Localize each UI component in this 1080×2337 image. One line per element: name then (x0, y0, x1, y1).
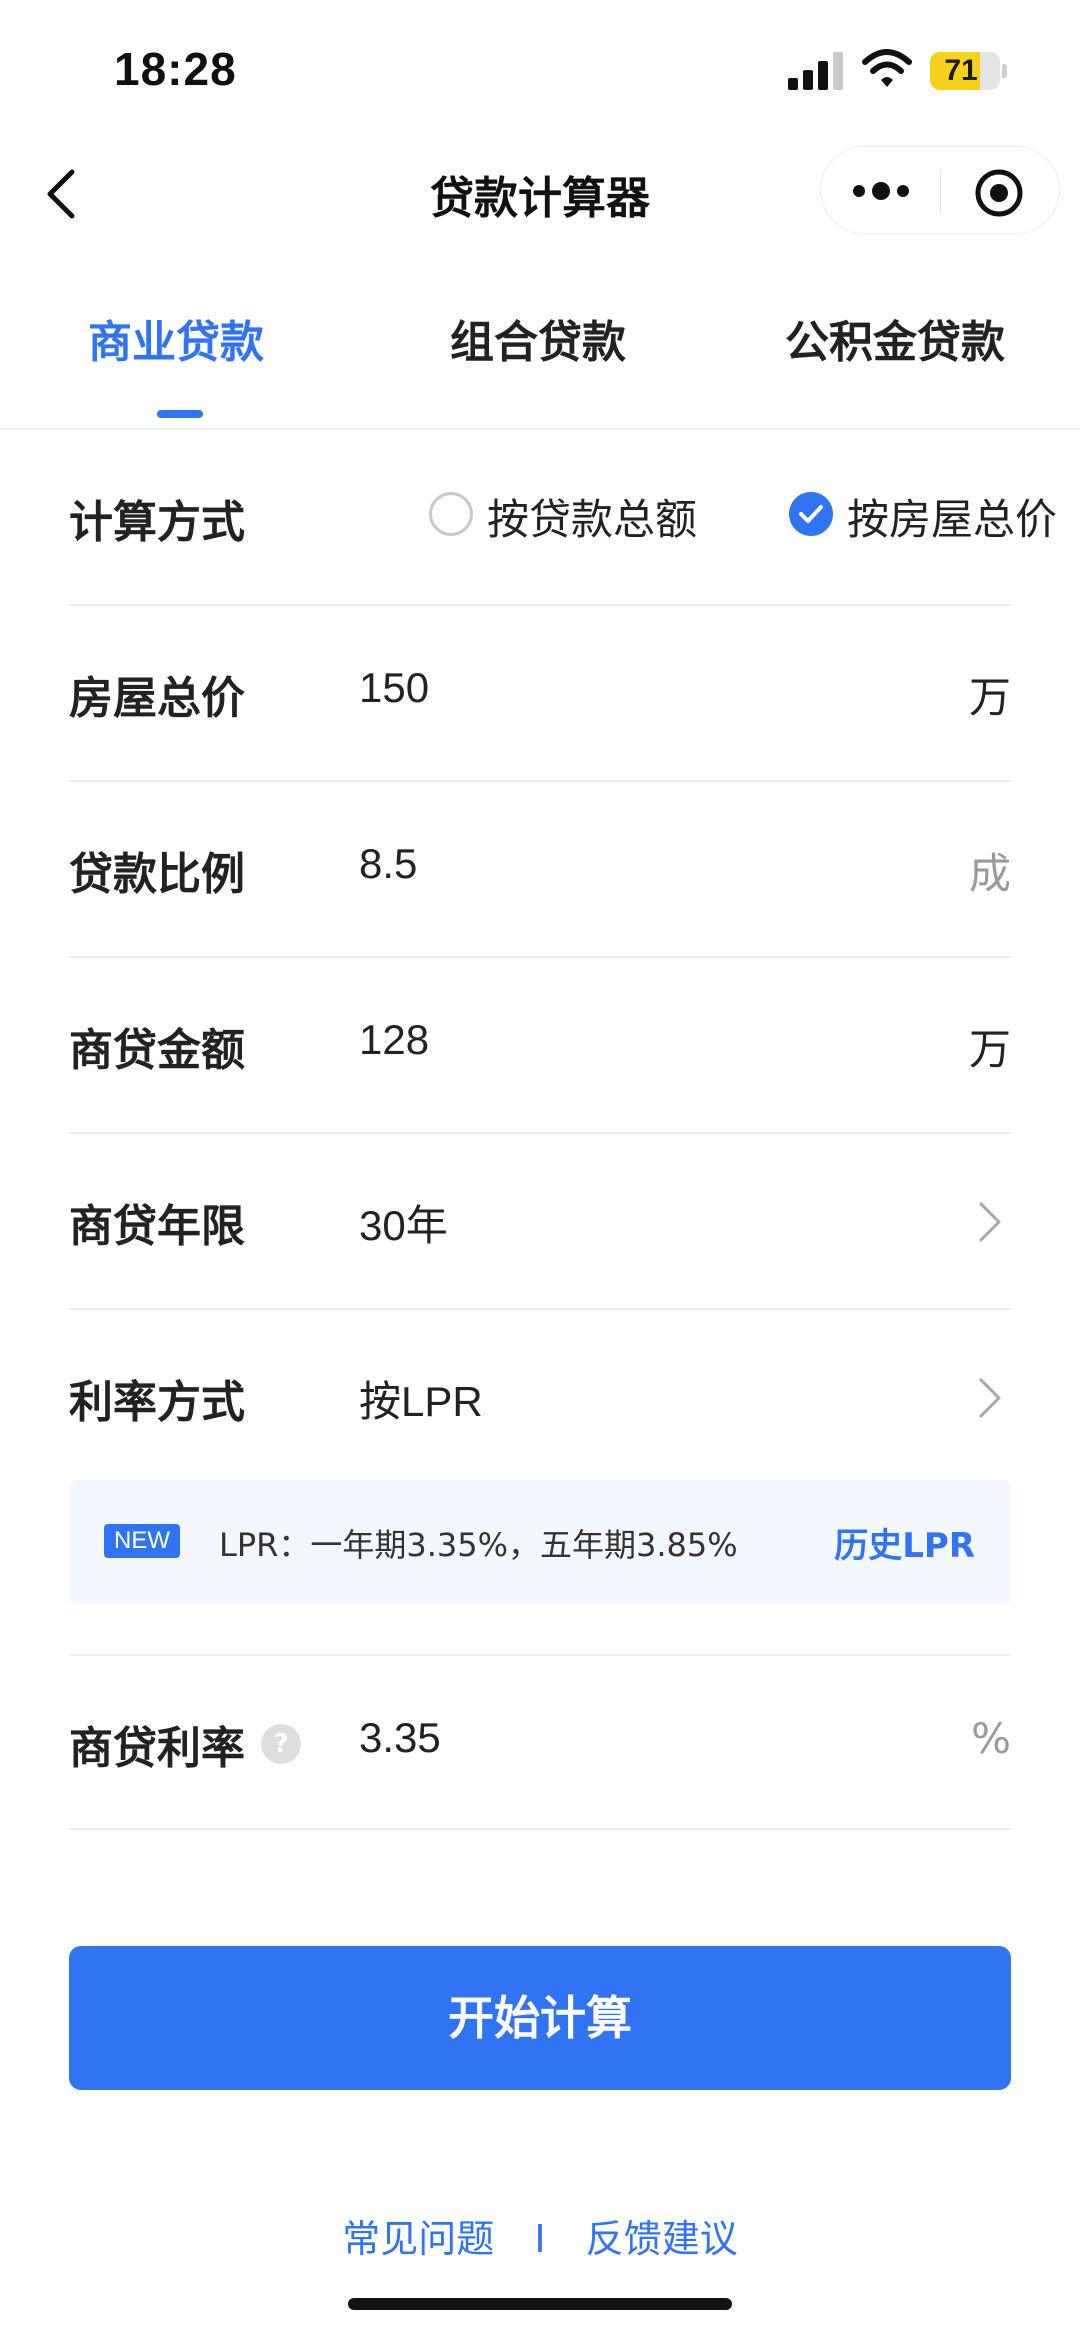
more-icon[interactable] (849, 173, 913, 209)
radio-unchecked-icon (429, 492, 473, 536)
start-calculation-button[interactable]: 开始计算 (69, 1946, 1011, 2090)
loan-ratio-label: 贷款比例 (69, 849, 245, 900)
row-rate-method[interactable]: 利率方式 按LPR (69, 1310, 1011, 1486)
chevron-right-icon (979, 1378, 1001, 1418)
tab-combined-loan[interactable]: 组合贷款 (450, 306, 626, 370)
battery-cap (1002, 64, 1007, 78)
loan-amount-label: 商贷金额 (69, 1025, 245, 1076)
house-price-unit: 万 (968, 673, 1011, 722)
lpr-info-banner: NEW LPR：一年期3.35%，五年期3.85% 历史LPR (69, 1480, 1011, 1604)
row-loan-ratio: 贷款比例 8.5 成 (69, 782, 1011, 958)
loan-type-tabs: 商业贷款 组合贷款 公积金贷款 (0, 290, 1080, 430)
loan-rate-unit: % (971, 1714, 1011, 1763)
row-loan-rate: 商贷利率 ? 3.35 % (69, 1654, 1011, 1830)
cellular-signal-icon (788, 52, 843, 90)
battery-body: 71 (930, 52, 1000, 90)
loan-ratio-input[interactable]: 8.5 (359, 840, 417, 888)
row-calc-method: 计算方式 按贷款总额 按房屋总价 (69, 430, 1057, 606)
nav-bar: 贷款计算器 (0, 140, 1080, 240)
mini-program-capsule (820, 146, 1060, 234)
history-lpr-link[interactable]: 历史LPR (834, 1518, 975, 1567)
tab-commercial-loan[interactable]: 商业贷款 (88, 306, 264, 370)
footer-links: 常见问题 I 反馈建议 (0, 2208, 1080, 2263)
battery-level: 71 (944, 54, 978, 87)
new-badge: NEW (104, 1524, 180, 1558)
battery-indicator: 71 (930, 52, 1008, 90)
calc-method-radio-group: 按贷款总额 按房屋总价 (359, 482, 1057, 544)
house-price-label: 房屋总价 (69, 673, 245, 724)
active-tab-indicator (157, 410, 203, 418)
close-mini-program-icon[interactable] (973, 167, 1025, 219)
home-indicator (348, 2298, 732, 2310)
wifi-icon (862, 49, 912, 87)
row-house-price: 房屋总价 150 万 (69, 606, 1011, 782)
loan-rate-input[interactable]: 3.35 (359, 1714, 441, 1762)
loan-term-label: 商贷年限 (69, 1201, 245, 1252)
loan-rate-label: 商贷利率 (69, 1723, 245, 1774)
row-loan-amount: 商贷金额 128 万 (69, 958, 1011, 1134)
tab-housing-fund-loan[interactable]: 公积金贷款 (785, 306, 1005, 370)
radio-by-loan-total[interactable]: 按贷款总额 (429, 482, 719, 544)
capsule-divider (940, 169, 941, 213)
calc-method-label: 计算方式 (69, 497, 245, 548)
radio-label: 按房屋总价 (847, 495, 1058, 544)
rate-method-label: 利率方式 (69, 1377, 245, 1428)
rate-method-value[interactable]: 按LPR (359, 1368, 483, 1429)
loan-ratio-unit: 成 (968, 849, 1011, 898)
feedback-link[interactable]: 反馈建议 (586, 2208, 738, 2263)
loan-amount-input[interactable]: 128 (359, 1016, 429, 1064)
chevron-right-icon (979, 1202, 1001, 1242)
status-time: 18:28 (114, 43, 237, 95)
row-loan-term[interactable]: 商贷年限 30年 (69, 1134, 1011, 1310)
faq-link[interactable]: 常见问题 (342, 2208, 494, 2263)
loan-amount-unit: 万 (968, 1025, 1011, 1074)
status-bar: 18:28 71 (0, 0, 1080, 130)
radio-by-house-price[interactable]: 按房屋总价 (789, 482, 1079, 544)
radio-label: 按贷款总额 (487, 495, 698, 544)
footer-separator: I (534, 2217, 546, 2261)
loan-term-value[interactable]: 30年 (359, 1192, 448, 1253)
lpr-rates-text: LPR：一年期3.35%，五年期3.85% (219, 1526, 738, 1564)
house-price-input[interactable]: 150 (359, 664, 429, 712)
radio-checked-icon (789, 492, 833, 536)
help-icon[interactable]: ? (261, 1724, 301, 1764)
